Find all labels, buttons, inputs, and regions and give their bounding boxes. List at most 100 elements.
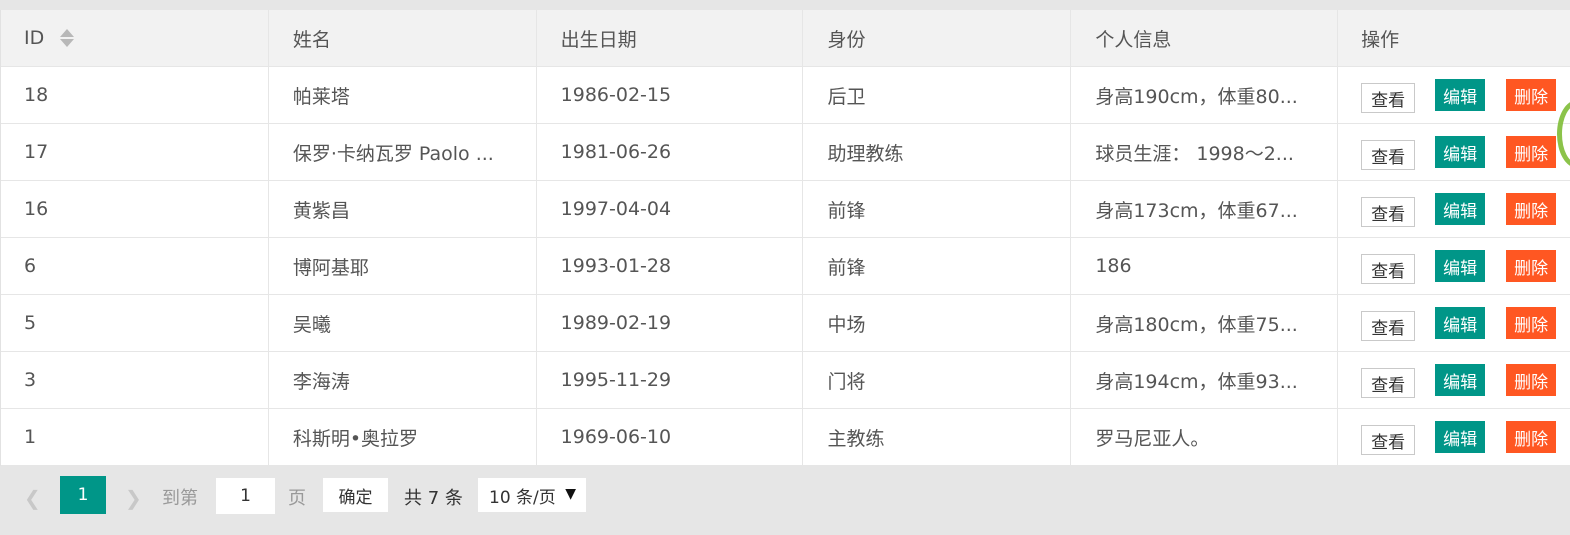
- cell-name-text: 科斯明•奥拉罗: [292, 427, 419, 450]
- sort-icon[interactable]: [60, 28, 75, 48]
- cell-role-text: 前锋: [827, 199, 866, 222]
- cell-birth: 1969-06-10: [537, 409, 804, 465]
- chevron-right-icon[interactable]: ❯: [125, 486, 142, 510]
- delete-button[interactable]: 删除: [1506, 364, 1557, 396]
- top-strip: [0, 0, 1570, 10]
- goto-page-input[interactable]: [216, 478, 275, 514]
- cell-info-text: 身高180cm，体重75...: [1095, 313, 1298, 336]
- table-header-row: ID 姓名 出生日期 身份 个人信息 操作: [1, 10, 1570, 67]
- current-page-button[interactable]: 1: [60, 476, 106, 514]
- cell-role: 前锋: [803, 238, 1072, 294]
- column-header-name: 姓名: [269, 10, 537, 66]
- cell-birth: 1981-06-26: [537, 124, 804, 180]
- cell-birth: 1995-11-29: [537, 352, 804, 408]
- cell-info-text: 186: [1095, 255, 1132, 277]
- edit-button[interactable]: 编辑: [1435, 250, 1486, 282]
- cell-name-text: 黄紫昌: [292, 199, 350, 222]
- table-row: 17 保罗·卡纳瓦罗 Paolo ... 1981-06-26 助理教练 球员生涯： 1…: [1, 124, 1570, 181]
- cell-ops: 查看 编辑 删除: [1338, 67, 1570, 123]
- delete-button[interactable]: 删除: [1506, 250, 1557, 282]
- view-button[interactable]: 查看: [1361, 311, 1416, 341]
- edit-button[interactable]: 编辑: [1435, 79, 1486, 111]
- column-header-info-label: 个人信息: [1095, 28, 1172, 51]
- cell-role-text: 中场: [827, 313, 866, 336]
- cell-name-text: 李海涛: [292, 370, 350, 393]
- delete-button[interactable]: 删除: [1506, 421, 1557, 453]
- table-row: 3 李海涛 1995-11-29 门将 身高194cm，体重93... 查看 编辑 删除: [1, 352, 1570, 409]
- view-button[interactable]: 查看: [1361, 425, 1416, 455]
- column-header-role: 身份: [803, 10, 1072, 66]
- cell-ops: 查看 编辑 删除: [1338, 124, 1570, 180]
- cell-ops: 查看 编辑 删除: [1338, 352, 1570, 408]
- cell-birth-text: 1995-11-29: [560, 369, 672, 391]
- edit-button[interactable]: 编辑: [1435, 364, 1486, 396]
- delete-button[interactable]: 删除: [1506, 307, 1557, 339]
- cell-info: 身高173cm，体重67...: [1071, 181, 1339, 237]
- cell-id: 1: [1, 409, 269, 465]
- table-row: 6 博阿基耶 1993-01-28 前锋 186 查看 编辑 删除: [1, 238, 1570, 295]
- cell-id-text: 16: [24, 198, 49, 220]
- cell-role: 助理教练: [803, 124, 1072, 180]
- confirm-button[interactable]: 确定: [323, 478, 388, 512]
- edit-button[interactable]: 编辑: [1435, 307, 1486, 339]
- delete-button[interactable]: 删除: [1506, 136, 1557, 168]
- column-header-birth-label: 出生日期: [560, 28, 637, 51]
- cell-info-text: 身高194cm，体重93...: [1095, 370, 1298, 393]
- page-size-select[interactable]: 10 条/页 ▼: [478, 478, 586, 512]
- column-header-id[interactable]: ID: [1, 10, 269, 66]
- view-button[interactable]: 查看: [1361, 254, 1416, 284]
- cell-role: 前锋: [803, 181, 1072, 237]
- cell-info: 186: [1071, 238, 1339, 294]
- cell-role-text: 后卫: [827, 85, 866, 108]
- cell-id-text: 17: [24, 141, 49, 163]
- column-header-name-label: 姓名: [292, 28, 331, 51]
- cell-role: 中场: [803, 295, 1072, 351]
- view-button[interactable]: 查看: [1361, 368, 1416, 398]
- cell-id: 17: [1, 124, 269, 180]
- cell-birth: 1989-02-19: [537, 295, 804, 351]
- cell-name-text: 保罗·卡纳瓦罗 Paolo ...: [292, 142, 494, 165]
- edit-button[interactable]: 编辑: [1435, 136, 1486, 168]
- cell-name-text: 吴曦: [292, 313, 331, 336]
- caret-down-icon: ▼: [565, 486, 576, 502]
- cell-name: 李海涛: [269, 352, 537, 408]
- cell-role-text: 门将: [827, 370, 866, 393]
- cell-info: 身高194cm，体重93...: [1071, 352, 1339, 408]
- cell-birth: 1993-01-28: [537, 238, 804, 294]
- cell-info-text: 身高173cm，体重67...: [1095, 199, 1298, 222]
- cell-birth: 1997-04-04: [537, 181, 804, 237]
- cell-info: 身高180cm，体重75...: [1071, 295, 1339, 351]
- cell-info-text: 罗马尼亚人。: [1095, 427, 1210, 450]
- cell-name: 保罗·卡纳瓦罗 Paolo ...: [269, 124, 537, 180]
- view-button[interactable]: 查看: [1361, 83, 1416, 113]
- cell-id-text: 3: [24, 369, 37, 391]
- cell-ops: 查看 编辑 删除: [1338, 181, 1570, 237]
- cell-id-text: 5: [24, 312, 37, 334]
- cell-birth-text: 1993-01-28: [560, 255, 672, 277]
- cell-birth-text: 1981-06-26: [560, 141, 672, 163]
- view-button[interactable]: 查看: [1361, 197, 1416, 227]
- cell-id: 16: [1, 181, 269, 237]
- table-row: 18 帕莱塔 1986-02-15 后卫 身高190cm，体重80... 查看 编辑 删除: [1, 67, 1570, 124]
- delete-button[interactable]: 删除: [1506, 193, 1557, 225]
- column-header-ops: 操作: [1338, 10, 1570, 66]
- chevron-left-icon[interactable]: ❮: [24, 486, 41, 510]
- edit-button[interactable]: 编辑: [1435, 193, 1486, 225]
- cell-info: 球员生涯： 1998～2...: [1071, 124, 1339, 180]
- delete-button[interactable]: 删除: [1506, 79, 1557, 111]
- cell-birth-text: 1997-04-04: [560, 198, 672, 220]
- page-unit-label: 页: [288, 488, 306, 509]
- cell-id-text: 18: [24, 84, 49, 106]
- cell-id: 3: [1, 352, 269, 408]
- cell-name: 科斯明•奥拉罗: [269, 409, 537, 465]
- cell-name: 帕莱塔: [269, 67, 537, 123]
- edit-button[interactable]: 编辑: [1435, 421, 1486, 453]
- player-table: ID 姓名 出生日期 身份 个人信息 操作 18 帕莱塔 1986-02-15 后卫身…: [0, 10, 1570, 466]
- cell-role-text: 助理教练: [827, 142, 904, 165]
- column-header-id-label: ID: [24, 27, 45, 49]
- cell-birth: 1986-02-15: [537, 67, 804, 123]
- column-header-info: 个人信息: [1071, 10, 1339, 66]
- cell-id: 6: [1, 238, 269, 294]
- view-button[interactable]: 查看: [1361, 140, 1416, 170]
- cell-name: 博阿基耶: [269, 238, 537, 294]
